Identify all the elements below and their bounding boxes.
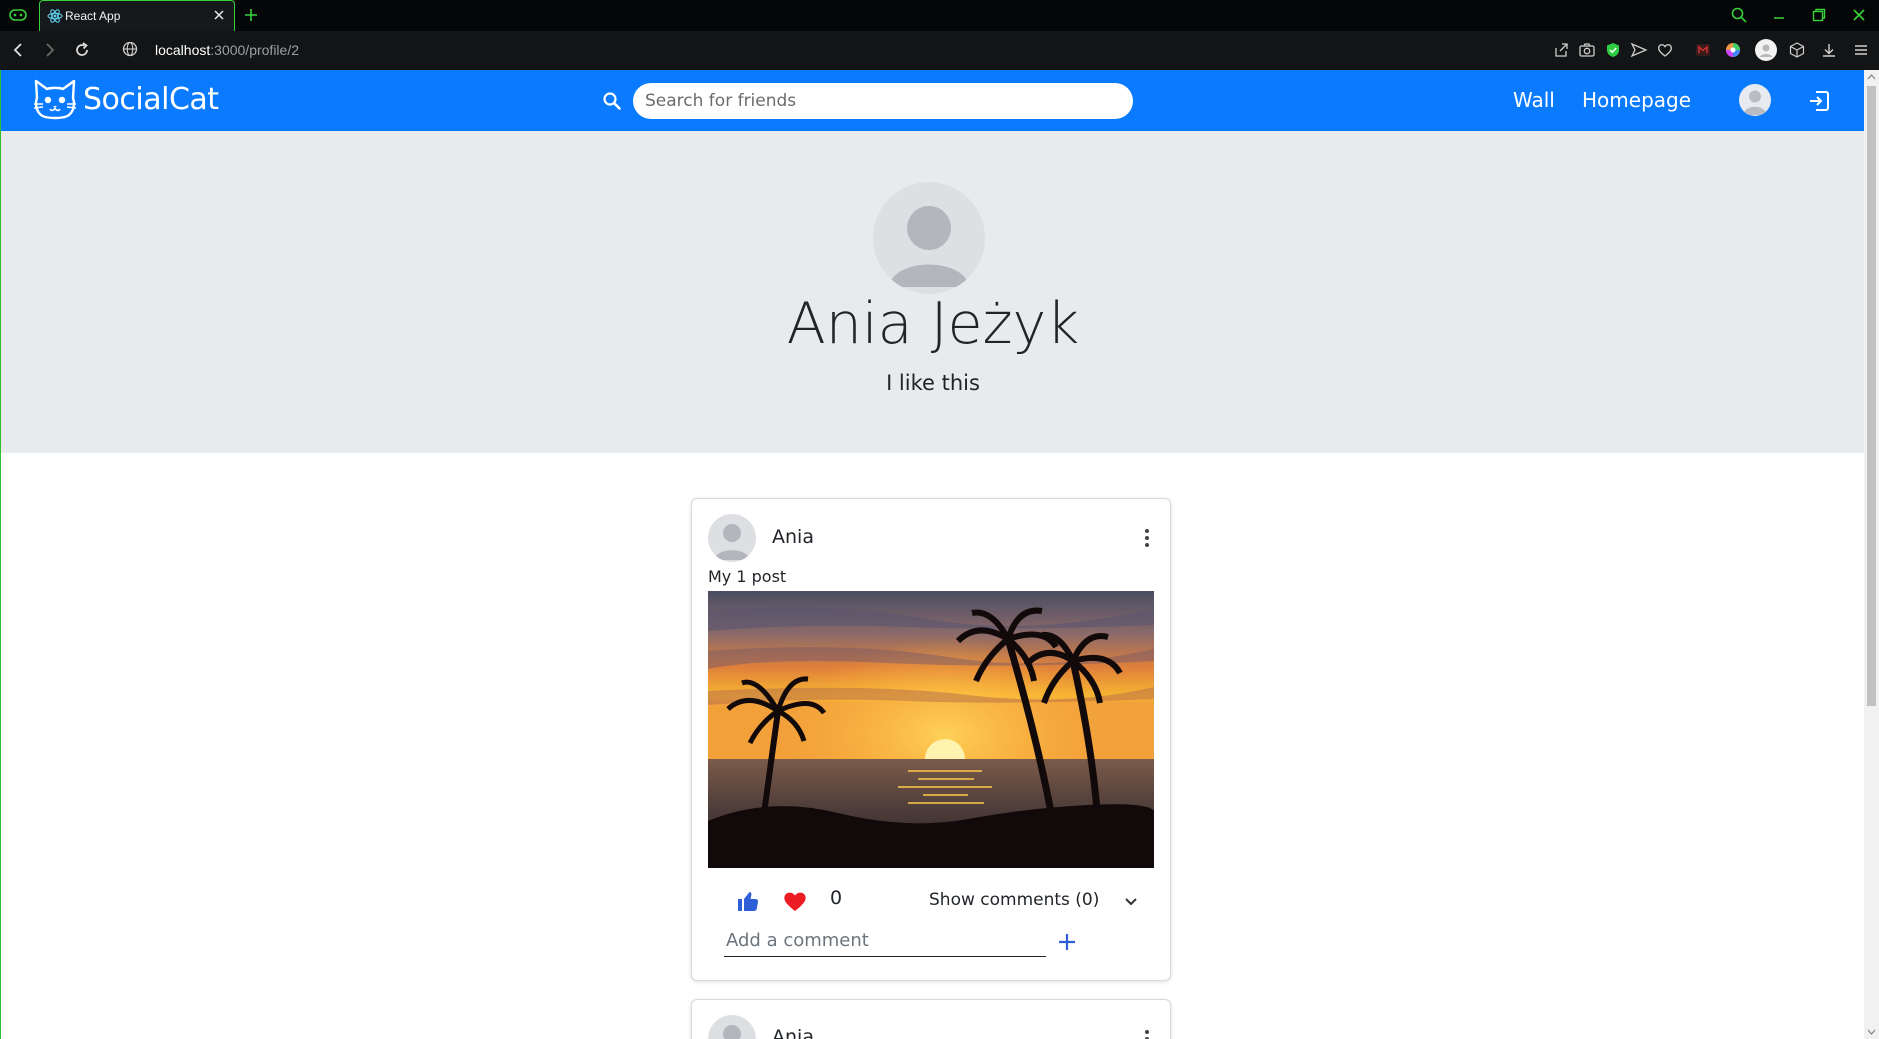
url-field[interactable]: localhost:3000/profile/2: [155, 42, 299, 58]
back-icon[interactable]: [8, 40, 28, 60]
profile-avatar-icon[interactable]: [1754, 38, 1778, 62]
profile-avatar: [873, 182, 985, 294]
forward-icon[interactable]: [40, 40, 60, 60]
user-avatar[interactable]: [1739, 84, 1771, 116]
cat-logo-icon[interactable]: [31, 78, 79, 122]
thumbs-up-icon[interactable]: [736, 889, 760, 913]
cube-icon[interactable]: [1788, 41, 1806, 59]
profile-header: Ania Jeżyk I like this: [1, 131, 1864, 453]
post-author-avatar[interactable]: [708, 514, 756, 562]
close-icon[interactable]: [212, 8, 226, 22]
nav-link-wall[interactable]: Wall: [1513, 88, 1555, 112]
heart-outline-icon[interactable]: [1656, 41, 1674, 59]
hamburger-menu-icon[interactable]: [1852, 41, 1870, 59]
show-comments-button[interactable]: Show comments (0): [929, 890, 1099, 910]
download-icon[interactable]: [1820, 41, 1838, 59]
post-text: My 1 post: [708, 567, 787, 586]
app-navbar: SocialCat Wall Homepage: [1, 70, 1864, 131]
post-card: Ania My 1 post 0 Show comments (0) Add a…: [691, 498, 1171, 981]
close-window-icon[interactable]: [1850, 6, 1868, 24]
color-wheel-icon[interactable]: [1724, 41, 1742, 59]
kebab-menu-icon[interactable]: [1137, 1027, 1157, 1039]
add-comment-plus-icon[interactable]: [1056, 931, 1078, 953]
shield-icon[interactable]: [1604, 41, 1622, 59]
globe-icon[interactable]: [121, 40, 139, 58]
post-card: Ania: [691, 999, 1171, 1039]
profile-bio: I like this: [886, 371, 980, 395]
brand-name[interactable]: SocialCat: [83, 82, 219, 117]
plus-icon[interactable]: [242, 6, 260, 24]
comment-input[interactable]: [724, 925, 1046, 957]
friend-search-input[interactable]: [633, 83, 1133, 119]
user-silhouette-icon: [723, 1025, 741, 1039]
search-icon: [603, 92, 621, 110]
heart-icon[interactable]: [783, 890, 807, 912]
url-path: :3000/profile/2: [210, 42, 299, 58]
post-author-name[interactable]: Ania: [772, 526, 814, 548]
browser-tab-bar: React App: [0, 0, 1879, 31]
logout-icon[interactable]: [1807, 89, 1831, 113]
search-icon[interactable]: [1730, 6, 1748, 24]
user-silhouette-icon: [889, 206, 969, 287]
react-icon: [47, 9, 63, 23]
restore-icon[interactable]: [1810, 6, 1828, 24]
scroll-down-arrow-icon[interactable]: [1867, 1027, 1876, 1037]
minimize-icon[interactable]: [1770, 6, 1788, 24]
kebab-menu-icon[interactable]: [1137, 526, 1157, 550]
camera-icon[interactable]: [1578, 41, 1596, 59]
chevron-down-icon[interactable]: [1122, 892, 1140, 910]
profile-name: Ania Jeżyk: [786, 291, 1080, 357]
reaction-count: 0: [830, 887, 843, 909]
gamepad-icon[interactable]: [9, 8, 27, 22]
share-icon[interactable]: [1552, 41, 1570, 59]
user-silhouette-icon: [1743, 90, 1767, 115]
page-scrollbar[interactable]: [1864, 70, 1879, 1039]
tab-title: React App: [65, 9, 121, 23]
post-image: [708, 591, 1154, 868]
reload-icon[interactable]: [72, 40, 92, 60]
browser-tab[interactable]: React App: [39, 0, 235, 31]
post-author-avatar[interactable]: [708, 1015, 756, 1039]
gmail-extension-icon[interactable]: [1694, 41, 1712, 59]
page-viewport: SocialCat Wall Homepage Ania Jeżyk I lik…: [0, 70, 1864, 1039]
user-silhouette-icon: [714, 524, 750, 560]
send-icon[interactable]: [1630, 41, 1648, 59]
post-author-name[interactable]: Ania: [772, 1026, 814, 1039]
scroll-up-arrow-icon[interactable]: [1867, 72, 1876, 82]
nav-link-homepage[interactable]: Homepage: [1582, 88, 1691, 112]
scrollbar-thumb[interactable]: [1867, 86, 1876, 706]
url-host: localhost: [155, 42, 211, 58]
